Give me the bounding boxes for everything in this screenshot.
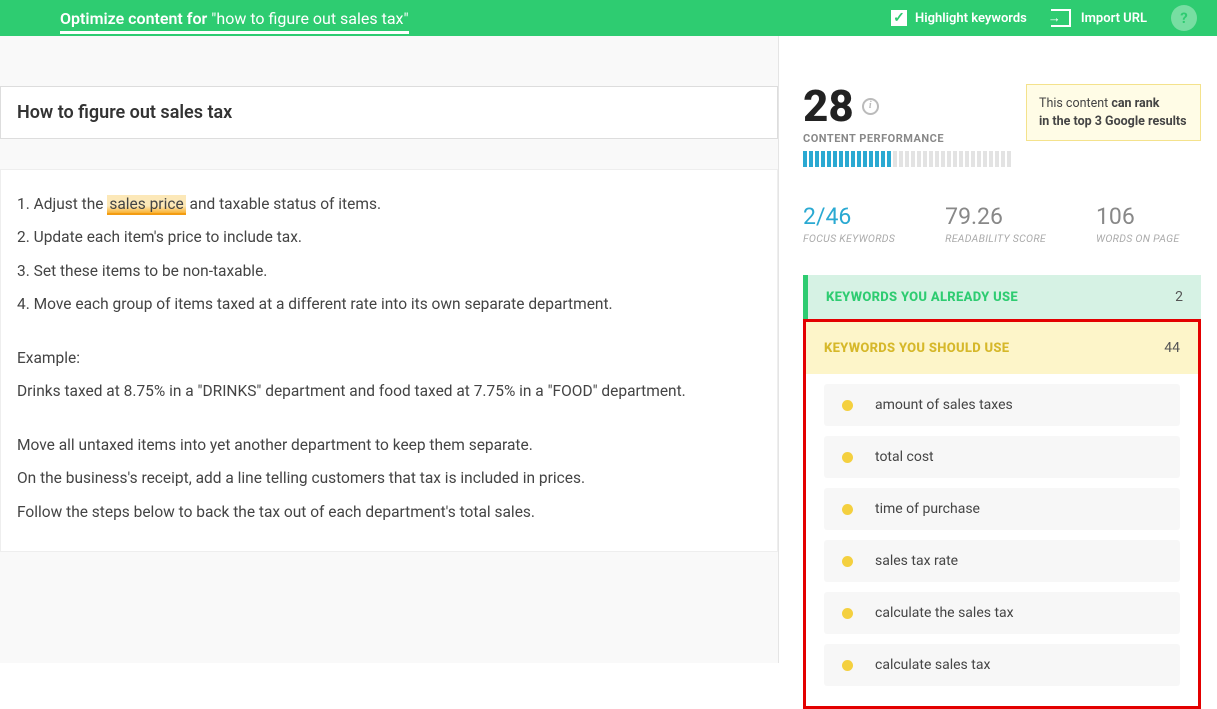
highlighted-frame: KEYWORDS YOU SHOULD USE 44 amount of sal… xyxy=(803,319,1201,709)
content-body-editor[interactable]: 1. Adjust the sales price and taxable st… xyxy=(0,169,778,552)
import-url-button[interactable]: Import URL xyxy=(1051,9,1147,27)
help-button[interactable]: ? xyxy=(1171,5,1197,31)
keyword-suggestion[interactable]: time of purchase xyxy=(824,488,1180,530)
keyword-suggestion[interactable]: amount of sales taxes xyxy=(824,384,1180,426)
title-prefix: Optimize content for xyxy=(60,9,207,28)
dot-icon xyxy=(842,556,853,567)
content-line: Example: xyxy=(17,344,761,373)
dot-icon xyxy=(842,452,853,463)
top-header: Optimize content for "how to figure out … xyxy=(0,0,1217,36)
content-line: Drinks taxed at 8.75% in a "DRINKS" depa… xyxy=(17,377,761,406)
performance-ticks xyxy=(803,151,1011,167)
highlight-keywords-toggle[interactable]: ✓ Highlight keywords xyxy=(891,10,1027,26)
keyword-suggestion[interactable]: sales tax rate xyxy=(824,540,1180,582)
content-title-input[interactable]: How to figure out sales tax xyxy=(0,86,778,139)
content-line: 3. Set these items to be non-taxable. xyxy=(17,257,761,286)
info-icon[interactable]: i xyxy=(862,98,879,115)
section-count: 44 xyxy=(1164,340,1180,356)
content-line: Follow the steps below to back the tax o… xyxy=(17,498,761,527)
header-controls: ✓ Highlight keywords Import URL ? xyxy=(891,5,1197,31)
section-count: 2 xyxy=(1175,289,1183,305)
keyword-suggestion[interactable]: total cost xyxy=(824,436,1180,478)
keyword-suggestion[interactable]: calculate sales tax xyxy=(824,644,1180,686)
content-performance-block: 28 i CONTENT PERFORMANCE xyxy=(803,84,1011,167)
rank-callout: This content can rank in the top 3 Googl… xyxy=(1026,84,1201,141)
content-line: On the business's receipt, add a line te… xyxy=(17,464,761,493)
metric-readability: 79.26 READABILITY SCORE xyxy=(945,203,1046,245)
metrics-row: 2/46 FOCUS KEYWORDS 79.26 READABILITY SC… xyxy=(803,203,1201,245)
keyword-suggestion-list: amount of sales taxes total cost time of… xyxy=(806,374,1198,686)
content-line: 1. Adjust the sales price and taxable st… xyxy=(17,190,761,219)
keyword-suggestion[interactable]: calculate the sales tax xyxy=(824,592,1180,634)
dot-icon xyxy=(842,400,853,411)
keywords-should-use-section[interactable]: KEYWORDS YOU SHOULD USE 44 xyxy=(806,322,1198,374)
title-query: "how to figure out sales tax" xyxy=(211,9,408,28)
section-label: KEYWORDS YOU ALREADY USE xyxy=(826,290,1018,305)
content-line: 4. Move each group of items taxed at a d… xyxy=(17,290,761,319)
performance-label: CONTENT PERFORMANCE xyxy=(803,132,1011,145)
editor-column: How to figure out sales tax 1. Adjust th… xyxy=(0,36,779,663)
metric-focus-keywords: 2/46 FOCUS KEYWORDS xyxy=(803,203,895,245)
section-label: KEYWORDS YOU SHOULD USE xyxy=(824,341,1009,356)
highlight-label: Highlight keywords xyxy=(915,11,1027,26)
sidebar: 28 i CONTENT PERFORMANCE This content ca… xyxy=(779,36,1217,663)
performance-score: 28 i xyxy=(803,84,1011,128)
import-icon xyxy=(1051,9,1071,27)
dot-icon xyxy=(842,660,853,671)
metric-words: 106 WORDS ON PAGE xyxy=(1096,203,1179,245)
keywords-already-use-section[interactable]: KEYWORDS YOU ALREADY USE 2 xyxy=(803,275,1201,319)
page-title: Optimize content for "how to figure out … xyxy=(60,9,409,28)
dot-icon xyxy=(842,504,853,515)
content-title: How to figure out sales tax xyxy=(17,102,761,123)
import-label: Import URL xyxy=(1081,11,1147,26)
highlighted-keyword: sales price xyxy=(107,195,185,215)
dot-icon xyxy=(842,608,853,619)
check-icon: ✓ xyxy=(891,10,907,26)
content-line: Move all untaxed items into yet another … xyxy=(17,431,761,460)
content-line: 2. Update each item's price to include t… xyxy=(17,223,761,252)
